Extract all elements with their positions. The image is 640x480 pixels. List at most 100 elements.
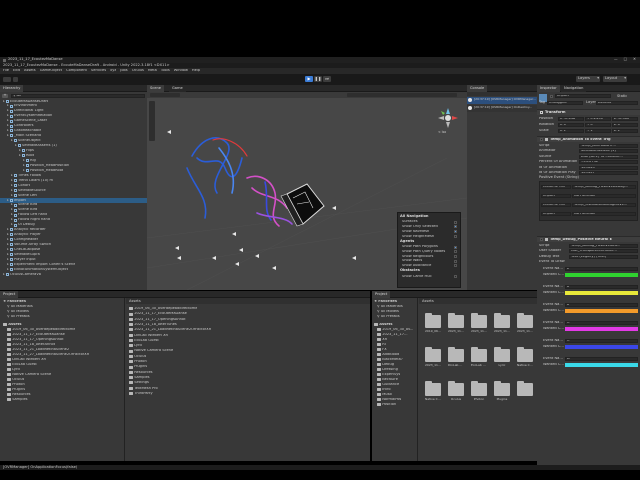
tab-project-secondary[interactable]: Project: [372, 291, 391, 298]
menu-item-jobs[interactable]: Jobs: [120, 69, 127, 73]
hierarchy-item[interactable]: ▸ Player Input: [0, 257, 147, 262]
breadcrumb[interactable]: Assets: [422, 299, 434, 304]
asset-list-item[interactable]: EcoLab Guest: [129, 339, 368, 343]
event-function-field[interactable]: Temp_OscillatorDebugMove...: [572, 202, 636, 207]
tab-hierarchy[interactable]: Hierarchy: [0, 85, 24, 92]
asset-folder-item[interactable]: 2023_11_17_OpeningsAnnot: [7, 338, 122, 342]
hierarchy-item[interactable]: ▸ Import: [0, 198, 147, 203]
asset-folder-item[interactable]: XR: [377, 338, 416, 342]
favorites-header[interactable]: ★ Favorites: [3, 300, 26, 304]
asset-folder-item[interactable]: Photon: [7, 383, 122, 387]
property-field[interactable]: Mat_TransparentCharac...: [569, 249, 638, 253]
animation-event-trigger-header[interactable]: Temp_Animation To Event Trig: [537, 136, 640, 142]
hierarchy-item[interactable]: ▸ Volume Array Switch: [0, 242, 147, 248]
asset-list-item[interactable]: 2019_06_30_overdepeaddirectome: [129, 307, 368, 311]
overlay-option[interactable]: Show Carve Hull: [402, 274, 457, 279]
asset-tile[interactable]: 2023_11_2...: [471, 313, 487, 333]
hierarchy-item[interactable]: ▸ Trend Lalam (10) m: [0, 178, 147, 183]
orientation-gizmo[interactable]: [437, 107, 459, 129]
asset-tile[interactable]: EcoLab Gu...: [471, 347, 487, 367]
transform-x-field[interactable]: X 1: [558, 128, 584, 133]
asset-tile[interactable]: 2023_11_2...: [494, 313, 510, 333]
asset-tile[interactable]: Photon: [471, 381, 487, 401]
asset-folder-item[interactable]: NormalPos: [377, 398, 416, 402]
asset-folder-item[interactable]: Position: [377, 403, 416, 407]
event-name-field[interactable]: C: [565, 320, 638, 325]
hierarchy-item[interactable]: ▸ SceneObject: [0, 138, 147, 144]
property-field[interactable]: Text (Legacy) (Text): [569, 254, 638, 259]
property-field[interactable]: 733.0732: [579, 160, 638, 164]
property-field[interactable]: 169643: [579, 165, 638, 170]
asset-list-item[interactable]: Oculus: [129, 355, 368, 359]
menu-item-edit[interactable]: Edit: [13, 69, 20, 73]
favorites-header[interactable]: ★ Favorites: [374, 300, 397, 304]
menu-item-help[interactable]: Help: [192, 69, 200, 73]
tab-console[interactable]: Console: [467, 85, 488, 92]
asset-tile[interactable]: Oculus: [448, 381, 464, 401]
hierarchy-item[interactable]: ▸ _Main Scenario: [0, 134, 147, 139]
menu-item-component[interactable]: Component: [66, 69, 87, 73]
event-function-field[interactable]: No Function: [572, 211, 636, 216]
event-name-field[interactable]: A: [565, 266, 638, 271]
transform-y-field[interactable]: Y 0.2450: [585, 116, 611, 121]
asset-list-item[interactable]: 2023_11_17_OpeningsAnnot: [129, 318, 368, 322]
asset-list-item[interactable]: 2023_11_18_AfterTunes: [129, 323, 368, 327]
menu-item-gameobject[interactable]: GameObject: [40, 69, 62, 73]
asset-folder-item[interactable]: Plugins: [7, 388, 122, 392]
asset-list-item[interactable]: Settings: [129, 381, 368, 385]
tab-inspector[interactable]: Inspector: [537, 85, 560, 92]
hierarchy-item[interactable]: ▸ Hips: [0, 148, 147, 154]
hierarchy-item[interactable]: ▸ EditorAnimationSystemObject: [0, 267, 147, 272]
asset-folder-item[interactable]: BecNDre: [377, 378, 416, 382]
asset-folder-item[interactable]: Guidance: [377, 383, 416, 387]
event-function-field[interactable]: No Function: [572, 193, 636, 198]
overlay-option-checkbox[interactable]: [454, 250, 457, 254]
component-enabled-checkbox[interactable]: [540, 238, 543, 241]
menu-item-xyz[interactable]: xyz: [110, 69, 116, 73]
transform-x-field[interactable]: X 0: [558, 122, 584, 127]
menu-item-tools[interactable]: Tools: [161, 69, 170, 73]
breadcrumb[interactable]: Assets: [129, 299, 141, 304]
tab-scene[interactable]: Scene: [147, 85, 164, 92]
asset-folder-item[interactable]: EcoLab Guest: [7, 363, 122, 367]
favorite-item[interactable]: ⚲ All Models: [377, 310, 399, 314]
asset-folder-item[interactable]: 2023_11_27_LoadRetinaScene2OfFactorXR: [7, 353, 122, 357]
event-runtime-dropdown[interactable]: Runtime Onl: [541, 184, 571, 189]
color-swatch[interactable]: [565, 272, 638, 277]
maximize-icon[interactable]: □: [624, 58, 627, 62]
assets-header[interactable]: Assets: [374, 323, 393, 327]
asset-tile[interactable]: 2023_11_1...: [448, 313, 464, 333]
asset-list-item[interactable]: 2023_11_17_EcouteMaDanse: [129, 312, 368, 316]
hierarchy-item[interactable]: ▸ Analytic Recorder: [0, 228, 147, 233]
hierarchy-item[interactable]: ▸ SetMakeSource: [0, 188, 147, 193]
asset-folder-item[interactable]: RT: [377, 343, 416, 347]
asset-folder-item[interactable]: Native Camera Scene: [7, 373, 122, 377]
layer-dropdown[interactable]: Default: [596, 100, 638, 105]
hierarchy-item[interactable]: ▸ Scene Left: [0, 193, 147, 198]
account-button[interactable]: [3, 77, 11, 82]
menu-item-services[interactable]: Services: [91, 69, 106, 73]
hierarchy-item[interactable]: ▸ SetMakeSupra: [0, 252, 147, 257]
asset-folder-item[interactable]: 2023_11_17_EcouteMaDanse: [7, 333, 122, 337]
hierarchy-item[interactable]: ▸ Environment: [0, 104, 147, 109]
favorite-item[interactable]: ⚲ All Prefabs: [377, 315, 400, 319]
transform-y-field[interactable]: Y 1: [585, 128, 611, 133]
add-button[interactable]: +: [2, 93, 8, 98]
event-runtime-dropdown[interactable]: Import: [541, 211, 571, 216]
step-button[interactable]: ⏭: [323, 76, 331, 82]
close-icon[interactable]: ✕: [633, 58, 636, 62]
favorite-item[interactable]: ⚲ All Materials: [7, 305, 33, 309]
tag-dropdown[interactable]: Untagged: [547, 100, 583, 105]
menu-item-meta[interactable]: Meta: [148, 69, 157, 73]
active-checkbox[interactable]: [550, 95, 553, 98]
overlay-option-checkbox[interactable]: [454, 254, 457, 258]
hierarchy-item[interactable]: ▸ UI Debug: [0, 223, 147, 228]
favorite-item[interactable]: ⚲ All Materials: [377, 305, 403, 309]
property-field[interactable]: 169437: [579, 171, 638, 175]
asset-tile[interactable]: DinLab Wie...: [448, 347, 464, 367]
favorite-item[interactable]: ⚲ All Models: [7, 310, 29, 314]
color-swatch[interactable]: [565, 344, 638, 349]
asset-folder-item[interactable]: Intro: [377, 388, 416, 392]
event-function-field[interactable]: Temp_Debug_PositiveDebug...: [572, 184, 636, 189]
hierarchy-item[interactable]: ▸ Scene Bird: [0, 203, 147, 208]
